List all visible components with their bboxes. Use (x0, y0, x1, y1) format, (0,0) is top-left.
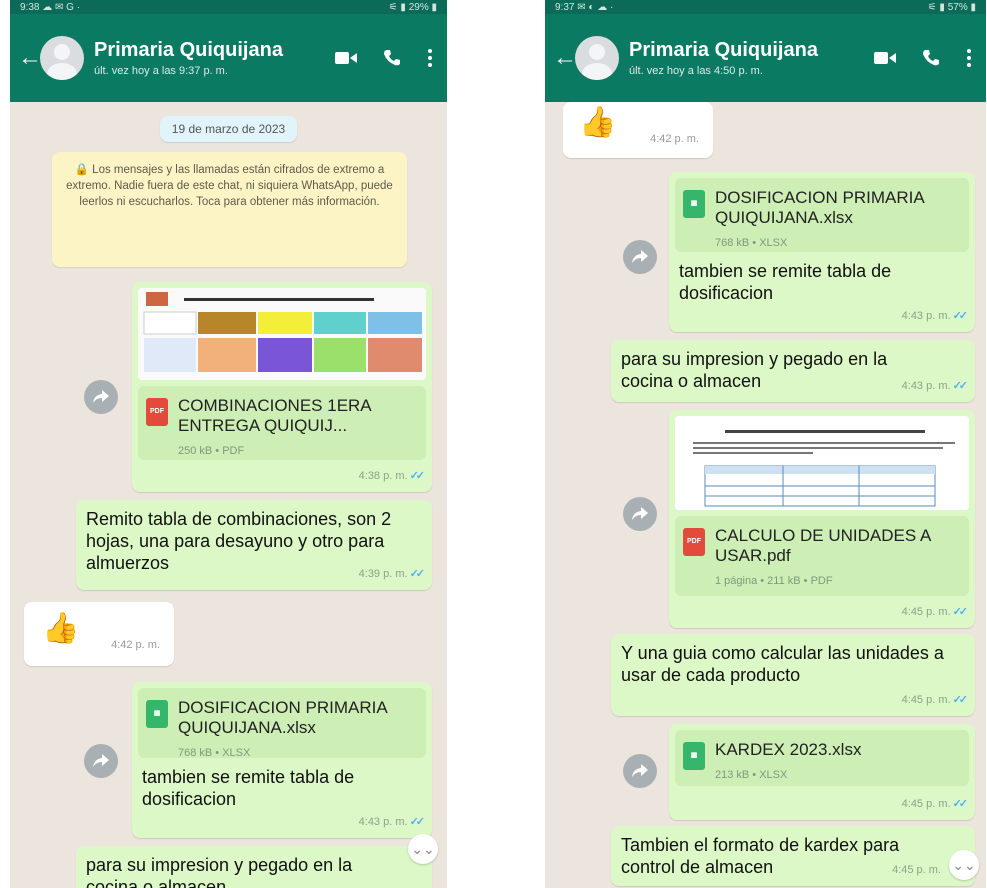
file-name: COMBINACIONES 1ERA ENTREGA QUIQUIJ... (178, 396, 371, 435)
read-ticks-icon: ✓✓ (952, 694, 969, 706)
forward-share-icon[interactable] (623, 240, 657, 274)
xlsx-file-icon: ▦ (683, 190, 705, 218)
pdf-message[interactable]: PDF COMBINACIONES 1ERA ENTREGA QUIQUIJ..… (132, 282, 432, 492)
phone-screen-right: 9:37 ✉ ◐ ☁ · ⚟ ▮ 57% ▮ ← Primaria Quiqui… (545, 0, 986, 888)
avatar[interactable] (575, 36, 619, 80)
read-ticks-icon: ✓✓ (409, 470, 426, 482)
status-time: 9:38 ☁ ✉ G · (20, 1, 81, 13)
contact-info[interactable]: Primaria Quiquijana últ. vez hoy a las 4… (629, 39, 874, 77)
message-text: tambien se remite tabla de dosificacion (142, 767, 355, 809)
read-ticks-icon: ✓✓ (409, 568, 426, 580)
pdf-message[interactable]: PDF CALCULO DE UNIDADES A USAR.pdf 1 pág… (669, 410, 975, 628)
file-meta: 768 kB • XLSX (178, 747, 251, 759)
arrow-left-icon[interactable]: ← (553, 44, 577, 72)
phone-screen-left: 9:38 ☁ ✉ G · ⚟ ▮ 29% ▮ ← Primaria Quiqui… (10, 0, 447, 888)
like-message[interactable]: 👍 4:42 p. m. (24, 602, 174, 666)
message-text: Tambien el formato de kardex para contro… (621, 835, 900, 877)
file-meta: 768 kB • XLSX (715, 237, 788, 249)
chat-header: ← Primaria Quiquijana últ. vez hoy a las… (545, 14, 986, 102)
xlsx-message[interactable]: ▦ DOSIFICACION PRIMARIA QUIQUIJANA.xlsx … (132, 682, 432, 838)
file-name: DOSIFICACION PRIMARIA QUIQUIJANA.xlsx (178, 698, 387, 737)
text-message[interactable]: Tambien el formato de kardex para contro… (611, 826, 975, 886)
more-vert-icon[interactable] (427, 48, 433, 68)
message-time: 4:39 p. m. ✓✓ (358, 568, 426, 580)
message-time: 4:45 p. m. (892, 864, 941, 876)
message-time: 4:43 p. m. ✓✓ (358, 816, 426, 828)
pdf-thumbnail[interactable] (675, 416, 969, 510)
video-call-icon[interactable] (874, 50, 896, 66)
message-time: 4:42 p. m. (111, 639, 160, 651)
screenshot-collage: 9:38 ☁ ✉ G · ⚟ ▮ 29% ▮ ← Primaria Quiqui… (0, 0, 987, 888)
forward-share-icon[interactable] (623, 497, 657, 531)
date-chip: 19 de marzo de 2023 (10, 116, 447, 142)
read-ticks-icon: ✓✓ (952, 310, 969, 322)
last-seen: últ. vez hoy a las 4:50 p. m. (629, 65, 763, 77)
pdf-thumbnail[interactable] (138, 288, 426, 380)
status-bar: 9:38 ☁ ✉ G · ⚟ ▮ 29% ▮ (10, 0, 447, 14)
scroll-down-icon[interactable]: ⌄⌄ (949, 850, 979, 880)
file-meta: 213 kB • XLSX (715, 769, 788, 781)
read-ticks-icon: ✓✓ (409, 816, 426, 828)
file-meta: 250 kB • PDF (178, 445, 245, 457)
arrow-left-icon[interactable]: ← (18, 44, 42, 72)
last-seen: últ. vez hoy a las 9:37 p. m. (94, 65, 228, 77)
pdf-file-card[interactable]: PDF COMBINACIONES 1ERA ENTREGA QUIQUIJ..… (138, 386, 426, 460)
contact-name: Primaria Quiquijana (94, 39, 283, 61)
message-time: 4:45 p. m. ✓✓ (901, 606, 969, 618)
phone-icon[interactable] (383, 49, 401, 67)
xlsx-file-card[interactable]: ▦ KARDEX 2023.xlsx 213 kB • XLSX (675, 730, 969, 786)
message-text: Y una guia como calcular las unidades a … (621, 643, 944, 685)
forward-share-icon[interactable] (623, 754, 657, 788)
thumbs-up-icon: 👍 (42, 612, 80, 645)
text-message[interactable]: Remito tabla de combinaciones, son 2 hoj… (76, 500, 432, 590)
pdf-file-icon: PDF (683, 528, 705, 556)
xlsx-message[interactable]: ▦ DOSIFICACION PRIMARIA QUIQUIJANA.xlsx … (669, 172, 975, 332)
read-ticks-icon: ✓✓ (952, 380, 969, 392)
pdf-file-card[interactable]: PDF CALCULO DE UNIDADES A USAR.pdf 1 pág… (675, 516, 969, 596)
message-time: 4:45 p. m. ✓✓ (901, 798, 969, 810)
thumbs-up-icon: 👍 (579, 106, 617, 139)
file-meta: 1 página • 211 kB • PDF (715, 575, 833, 587)
chat-header: ← Primaria Quiquijana últ. vez hoy a las… (10, 14, 447, 102)
xlsx-file-card[interactable]: ▦ DOSIFICACION PRIMARIA QUIQUIJANA.xlsx … (675, 178, 969, 252)
status-indicators: ⚟ ▮ 29% ▮ (388, 1, 437, 13)
more-vert-icon[interactable] (966, 48, 972, 68)
pdf-file-icon: PDF (146, 398, 168, 426)
like-message[interactable]: 👍 4:42 p. m. (563, 102, 713, 158)
chat-area[interactable]: 19 de marzo de 2023 🔒 Los mensajes y las… (10, 102, 447, 888)
text-message[interactable]: Y una guia como calcular las unidades a … (611, 634, 975, 716)
contact-name: Primaria Quiquijana (629, 39, 818, 61)
message-time: 4:43 p. m. ✓✓ (901, 310, 969, 322)
contact-info[interactable]: Primaria Quiquijana últ. vez hoy a las 9… (94, 39, 335, 77)
message-time: 4:42 p. m. (650, 133, 699, 145)
message-text: para su impresion y pegado en la cocina … (621, 349, 888, 391)
message-time: 4:38 p. m. ✓✓ (358, 470, 426, 482)
message-text: tambien se remite tabla de dosificacion (679, 261, 892, 303)
text-message-partial[interactable]: para su impresion y pegado en la cocina … (76, 846, 432, 888)
scroll-down-icon[interactable]: ⌄⌄ (408, 834, 438, 864)
avatar[interactable] (40, 36, 84, 80)
status-time: 9:37 ✉ ◐ ☁ · (555, 1, 614, 13)
forward-share-icon[interactable] (84, 744, 118, 778)
kardex-message[interactable]: ▦ KARDEX 2023.xlsx 213 kB • XLSX 4:45 p.… (669, 724, 975, 820)
xlsx-file-card[interactable]: ▦ DOSIFICACION PRIMARIA QUIQUIJANA.xlsx … (138, 688, 426, 759)
read-ticks-icon: ✓✓ (952, 606, 969, 618)
forward-share-icon[interactable] (84, 380, 118, 414)
read-ticks-icon: ✓✓ (952, 798, 969, 810)
file-name: DOSIFICACION PRIMARIA QUIQUIJANA.xlsx (715, 188, 924, 227)
status-bar: 9:37 ✉ ◐ ☁ · ⚟ ▮ 57% ▮ (545, 0, 986, 14)
phone-icon[interactable] (922, 49, 940, 67)
message-time: 4:45 p. m. ✓✓ (901, 694, 969, 706)
video-call-icon[interactable] (335, 50, 357, 66)
xlsx-file-icon: ▦ (683, 742, 705, 770)
message-text: para su impresion y pegado en la cocina … (86, 855, 353, 888)
file-name: CALCULO DE UNIDADES A USAR.pdf (715, 526, 931, 565)
message-time: 4:43 p. m. ✓✓ (901, 380, 969, 392)
status-indicators: ⚟ ▮ 57% ▮ (927, 1, 976, 13)
encryption-notice[interactable]: 🔒 Los mensajes y las llamadas están cifr… (52, 152, 407, 267)
text-message[interactable]: para su impresion y pegado en la cocina … (611, 340, 975, 402)
file-name: KARDEX 2023.xlsx (715, 740, 862, 759)
chat-area[interactable]: 👍 4:42 p. m. ▦ DOSIFICACION PRIMARIA QUI… (545, 102, 986, 888)
xlsx-file-icon: ▦ (146, 700, 168, 728)
